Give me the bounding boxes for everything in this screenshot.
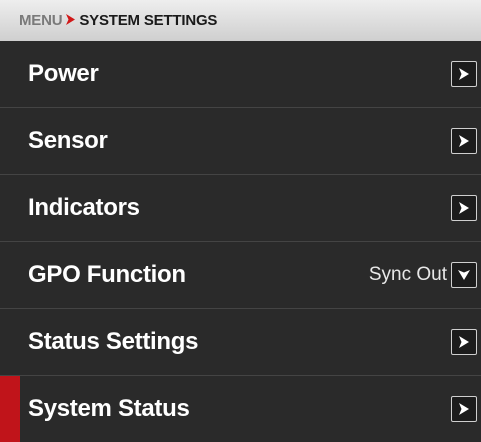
menu-item-system-status[interactable]: System Status bbox=[0, 376, 481, 442]
menu-item-indicators[interactable]: Indicators bbox=[0, 175, 481, 242]
chevron-down-icon[interactable] bbox=[451, 262, 477, 288]
menu-item-label: Sensor bbox=[28, 127, 108, 154]
selection-indicator bbox=[0, 376, 20, 442]
settings-menu-list: Power Sensor Indicators GPO Function Syn… bbox=[0, 41, 481, 442]
breadcrumb-separator-icon bbox=[66, 13, 76, 28]
menu-item-label: Power bbox=[28, 60, 99, 87]
menu-item-gpo-function[interactable]: GPO Function Sync Out bbox=[0, 242, 481, 309]
chevron-right-icon[interactable] bbox=[451, 195, 477, 221]
menu-item-label: System Status bbox=[28, 395, 190, 422]
gpo-function-value[interactable]: Sync Out bbox=[369, 264, 447, 286]
chevron-right-icon[interactable] bbox=[451, 61, 477, 87]
breadcrumb: MENU SYSTEM SETTINGS bbox=[0, 0, 481, 41]
chevron-right-icon[interactable] bbox=[451, 128, 477, 154]
menu-item-power[interactable]: Power bbox=[0, 41, 481, 108]
breadcrumb-menu[interactable]: MENU bbox=[19, 12, 63, 29]
menu-item-sensor[interactable]: Sensor bbox=[0, 108, 481, 175]
chevron-right-icon[interactable] bbox=[451, 329, 477, 355]
menu-item-label: GPO Function bbox=[28, 261, 186, 288]
menu-item-status-settings[interactable]: Status Settings bbox=[0, 309, 481, 376]
chevron-right-icon[interactable] bbox=[451, 396, 477, 422]
menu-item-label: Indicators bbox=[28, 194, 140, 221]
breadcrumb-current: SYSTEM SETTINGS bbox=[79, 12, 218, 29]
system-settings-screen: MENU SYSTEM SETTINGS Power Sensor Indica… bbox=[0, 0, 481, 442]
menu-item-label: Status Settings bbox=[28, 328, 199, 355]
